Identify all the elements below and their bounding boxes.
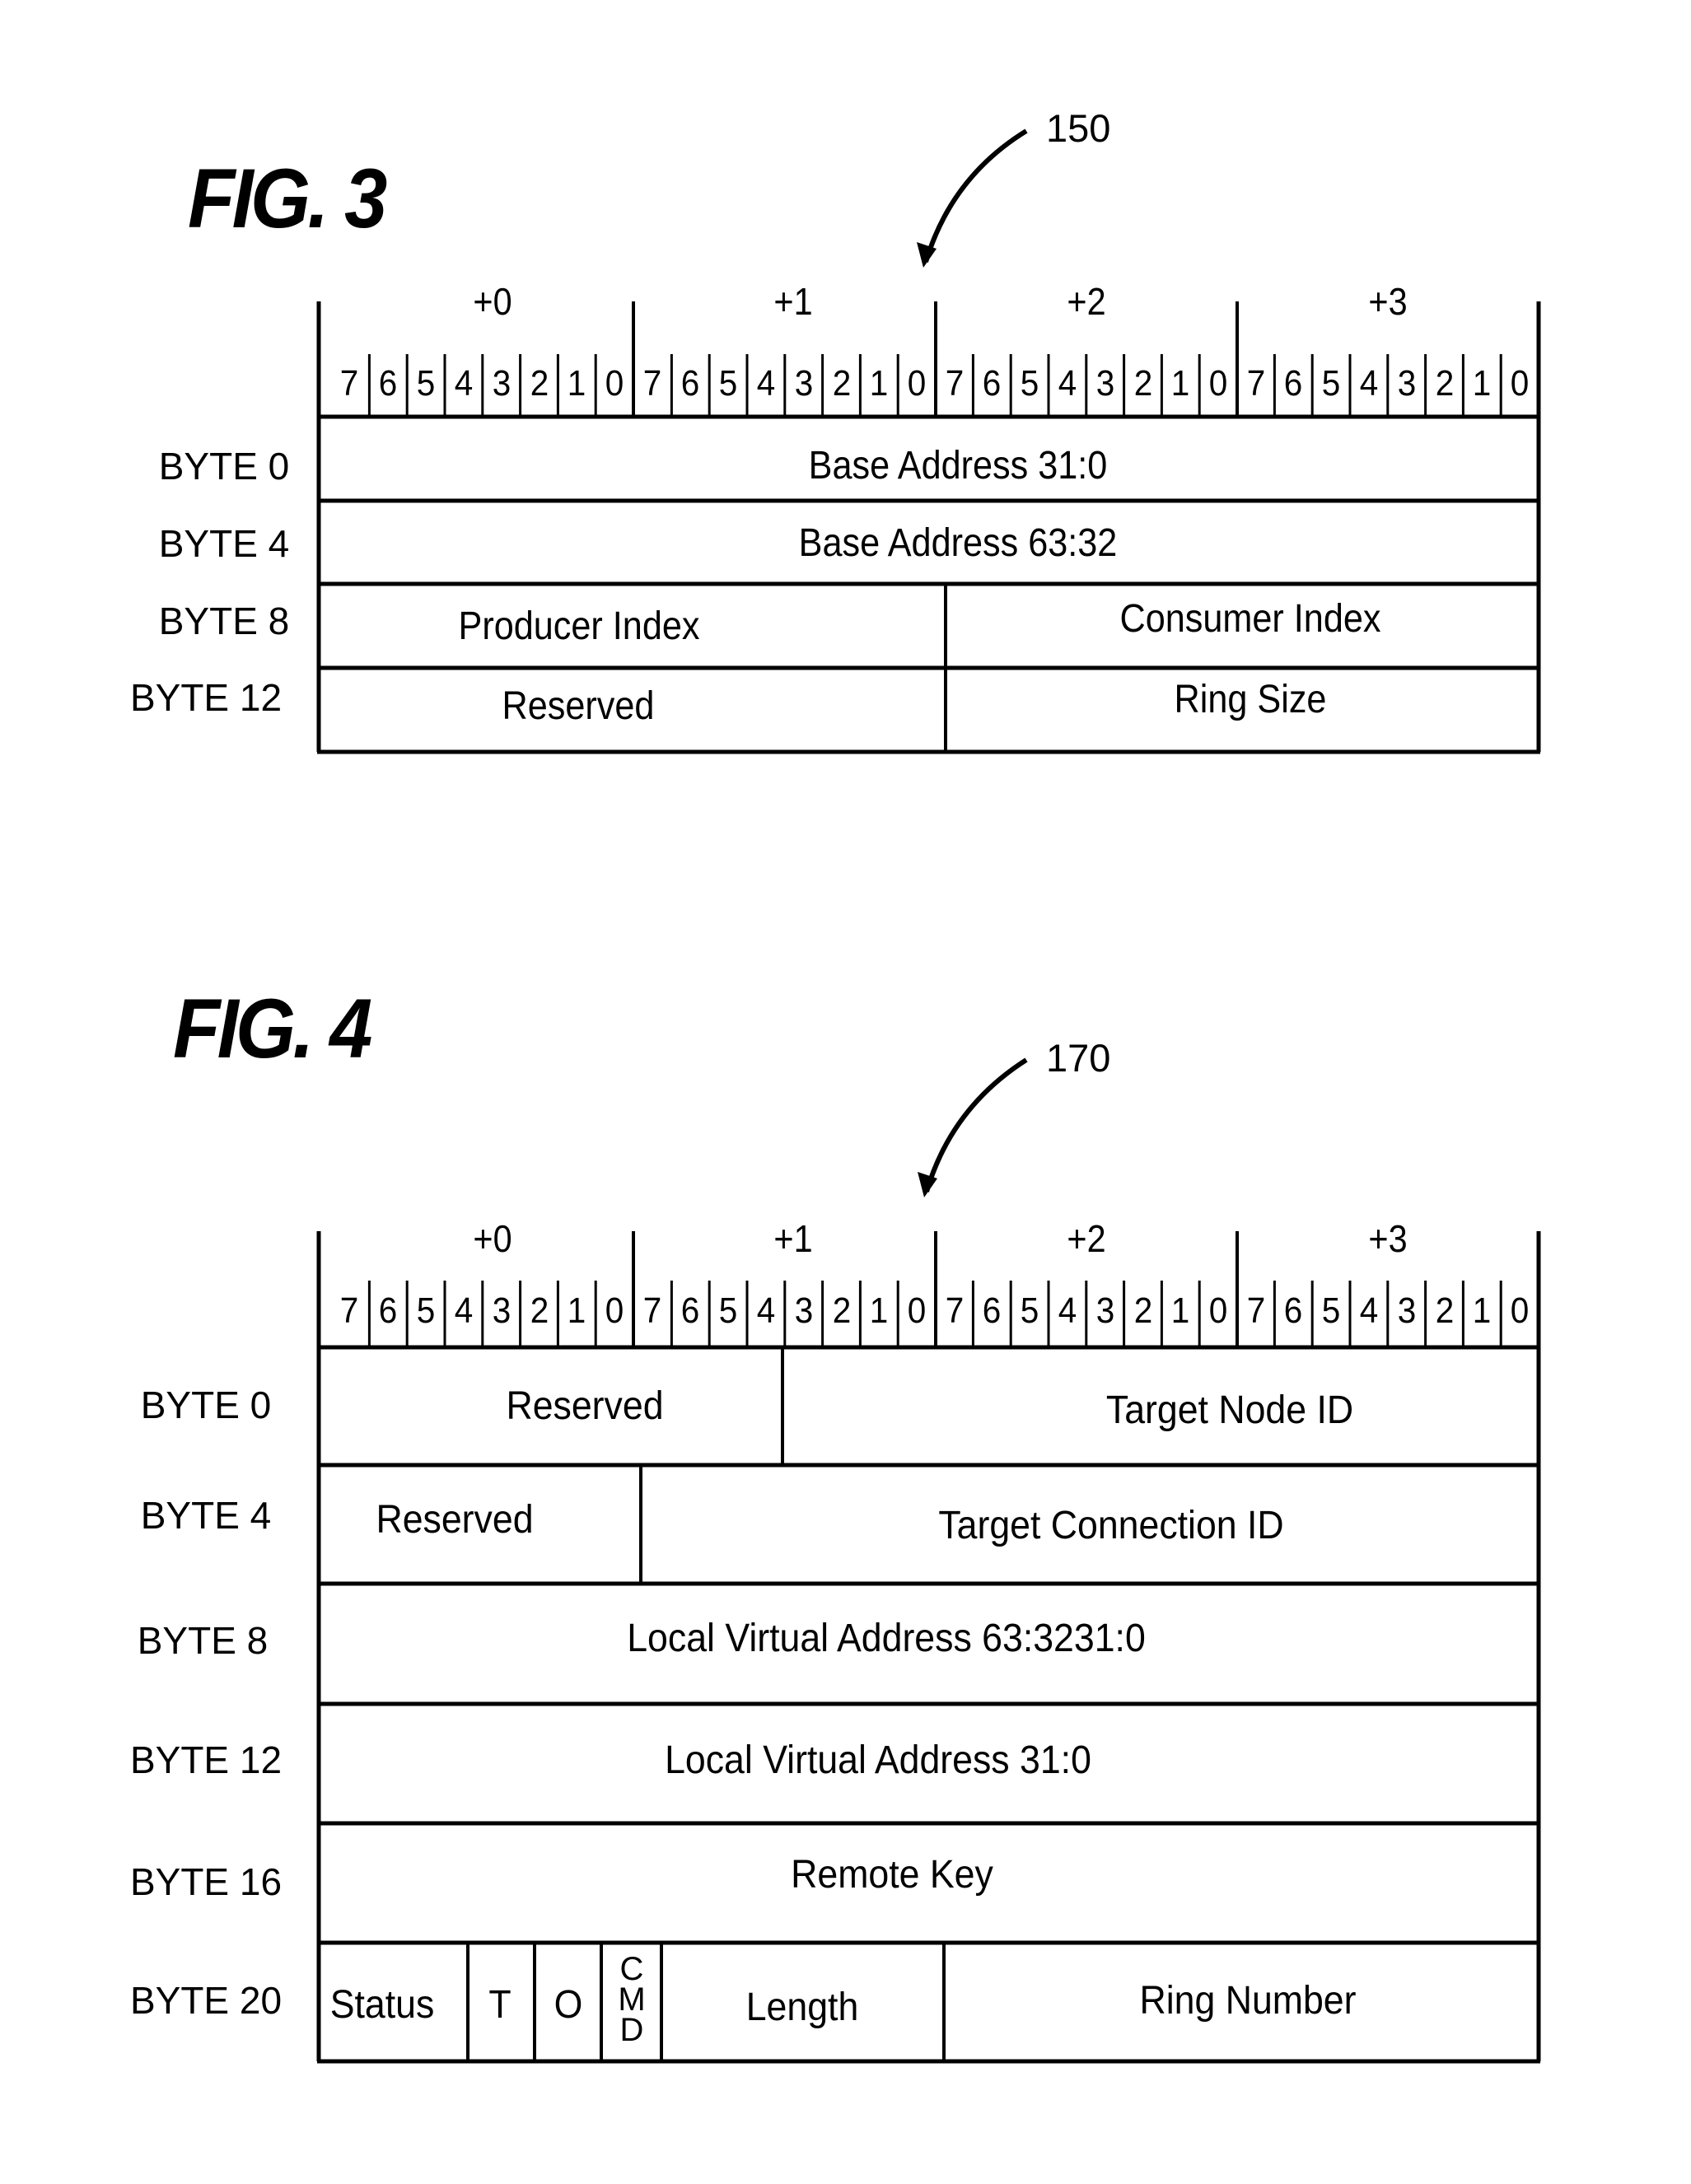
diagram-linework (316, 128, 1541, 2064)
fig3-leader-arrow-icon (923, 128, 1028, 263)
fig4-leader-arrow-icon (924, 1057, 1028, 1192)
fig4-register-table (316, 1231, 1541, 2064)
fig3-register-table (316, 301, 1541, 754)
